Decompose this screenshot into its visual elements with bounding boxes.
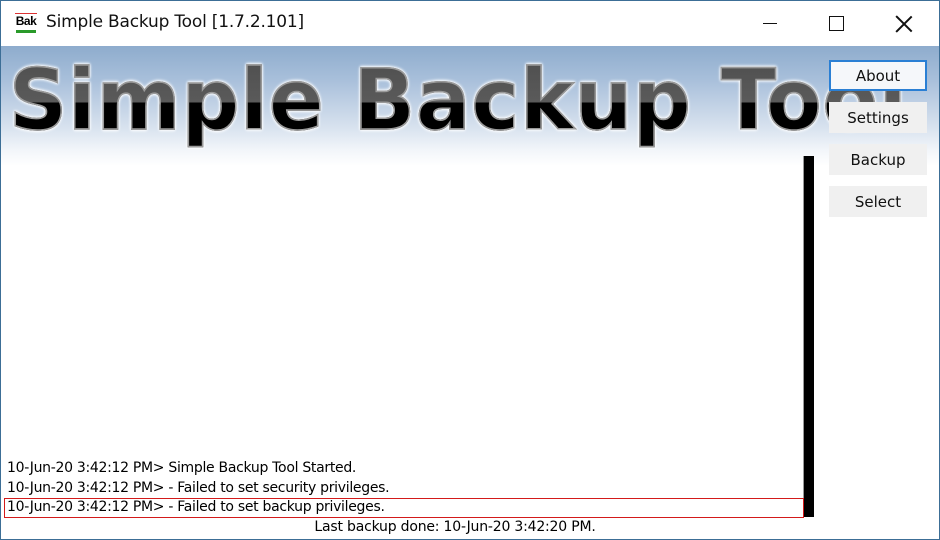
backup-button[interactable]: Backup xyxy=(829,144,927,175)
banner-title: Simple Backup Tool xyxy=(8,50,908,150)
app-icon-underline xyxy=(16,30,36,33)
close-icon xyxy=(895,15,913,33)
activity-bar xyxy=(803,156,814,517)
log-line-selected[interactable]: 10-Jun-20 3:42:12 PM> - Failed to set ba… xyxy=(4,498,804,518)
maximize-button[interactable] xyxy=(813,1,859,46)
log-line[interactable]: 10-Jun-20 3:42:12 PM> - Failed to set se… xyxy=(4,479,804,499)
title-bar[interactable]: Bak Simple Backup Tool [1.7.2.101] xyxy=(1,1,939,46)
log-list[interactable]: 10-Jun-20 3:42:12 PM> Simple Backup Tool… xyxy=(4,459,804,518)
log-line[interactable]: 10-Jun-20 3:42:12 PM> Simple Backup Tool… xyxy=(4,459,804,479)
close-button[interactable] xyxy=(881,1,927,46)
minimize-icon xyxy=(763,22,777,25)
about-button[interactable]: About xyxy=(829,60,927,91)
app-window: Bak Simple Backup Tool [1.7.2.101] Simpl… xyxy=(0,0,940,540)
minimize-button[interactable] xyxy=(747,1,793,46)
app-icon[interactable]: Bak xyxy=(15,13,37,35)
maximize-icon xyxy=(828,16,844,31)
app-icon-label: Bak xyxy=(15,14,37,28)
status-text: Last backup done: 10-Jun-20 3:42:20 PM. xyxy=(314,519,596,535)
settings-button[interactable]: Settings xyxy=(829,102,927,133)
client-area: Simple Backup Tool About Settings Backup… xyxy=(1,46,939,539)
select-button[interactable]: Select xyxy=(829,186,927,217)
window-title: Simple Backup Tool [1.7.2.101] xyxy=(46,12,304,32)
